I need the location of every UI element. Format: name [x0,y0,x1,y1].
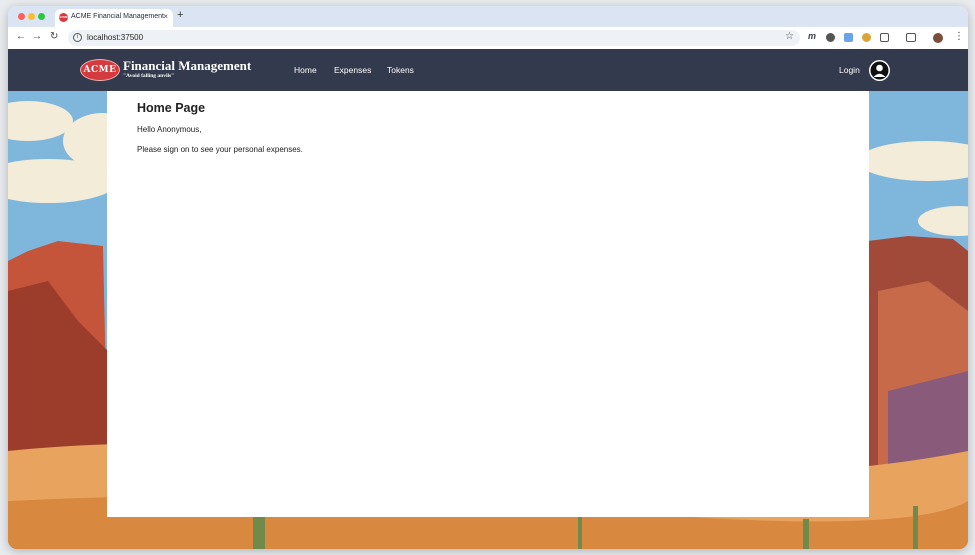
browser-tab[interactable]: ACME ACME Financial Management × [55,9,173,27]
profile-avatar-icon[interactable] [933,33,943,43]
acme-logo[interactable]: ACME [80,59,120,81]
nav-link-home[interactable]: Home [294,65,317,75]
nav-link-expenses[interactable]: Expenses [334,65,371,75]
puzzle-extension-icon[interactable] [880,33,889,42]
sign-on-message: Please sign on to see your personal expe… [137,145,303,154]
back-icon[interactable]: ← [16,31,26,42]
brand-tagline: "Avoid falling anvils" [123,73,175,79]
app-viewport: ACME Financial Management "Avoid falling… [8,49,968,549]
calendar-extension-icon[interactable] [844,33,853,42]
acme-favicon-icon: ACME [59,13,68,22]
browser-toolbar: ← → ↻ i localhost:37500 ☆ m ⋮ [8,27,968,49]
page-title: Home Page [137,101,206,115]
top-navbar: ACME Financial Management "Avoid falling… [8,49,968,91]
user-avatar-icon[interactable] [869,60,890,81]
site-info-icon[interactable]: i [73,33,82,42]
login-link[interactable]: Login [839,65,860,75]
close-window-button[interactable] [18,13,25,20]
brand-title: Financial Management [123,58,252,73]
bookmark-star-icon[interactable]: ☆ [785,31,794,42]
address-bar[interactable]: i localhost:37500 ☆ [68,30,800,46]
forward-icon[interactable]: → [32,31,42,42]
minimize-window-button[interactable] [28,13,35,20]
reload-icon[interactable]: ↻ [50,31,58,42]
browser-window: ACME ACME Financial Management × + ← → ↻… [8,6,968,549]
url-text[interactable]: localhost:37500 [87,33,143,42]
content-panel: Home Page Hello Anonymous, Please sign o… [107,91,869,517]
greeting-text: Hello Anonymous, [137,125,202,134]
tab-close-icon[interactable]: × [163,12,168,21]
honey-extension-icon[interactable] [862,33,871,42]
nav-link-tokens[interactable]: Tokens [387,65,414,75]
tab-strip: ACME ACME Financial Management × + [8,6,968,27]
cast-icon[interactable] [906,33,916,42]
new-tab-button[interactable]: + [177,9,183,21]
m-extension-icon[interactable]: m [808,31,816,41]
maximize-window-button[interactable] [38,13,45,20]
gear-extension-icon[interactable] [826,33,835,42]
tab-title: ACME Financial Management [71,13,164,20]
browser-menu-icon[interactable]: ⋮ [954,31,964,42]
